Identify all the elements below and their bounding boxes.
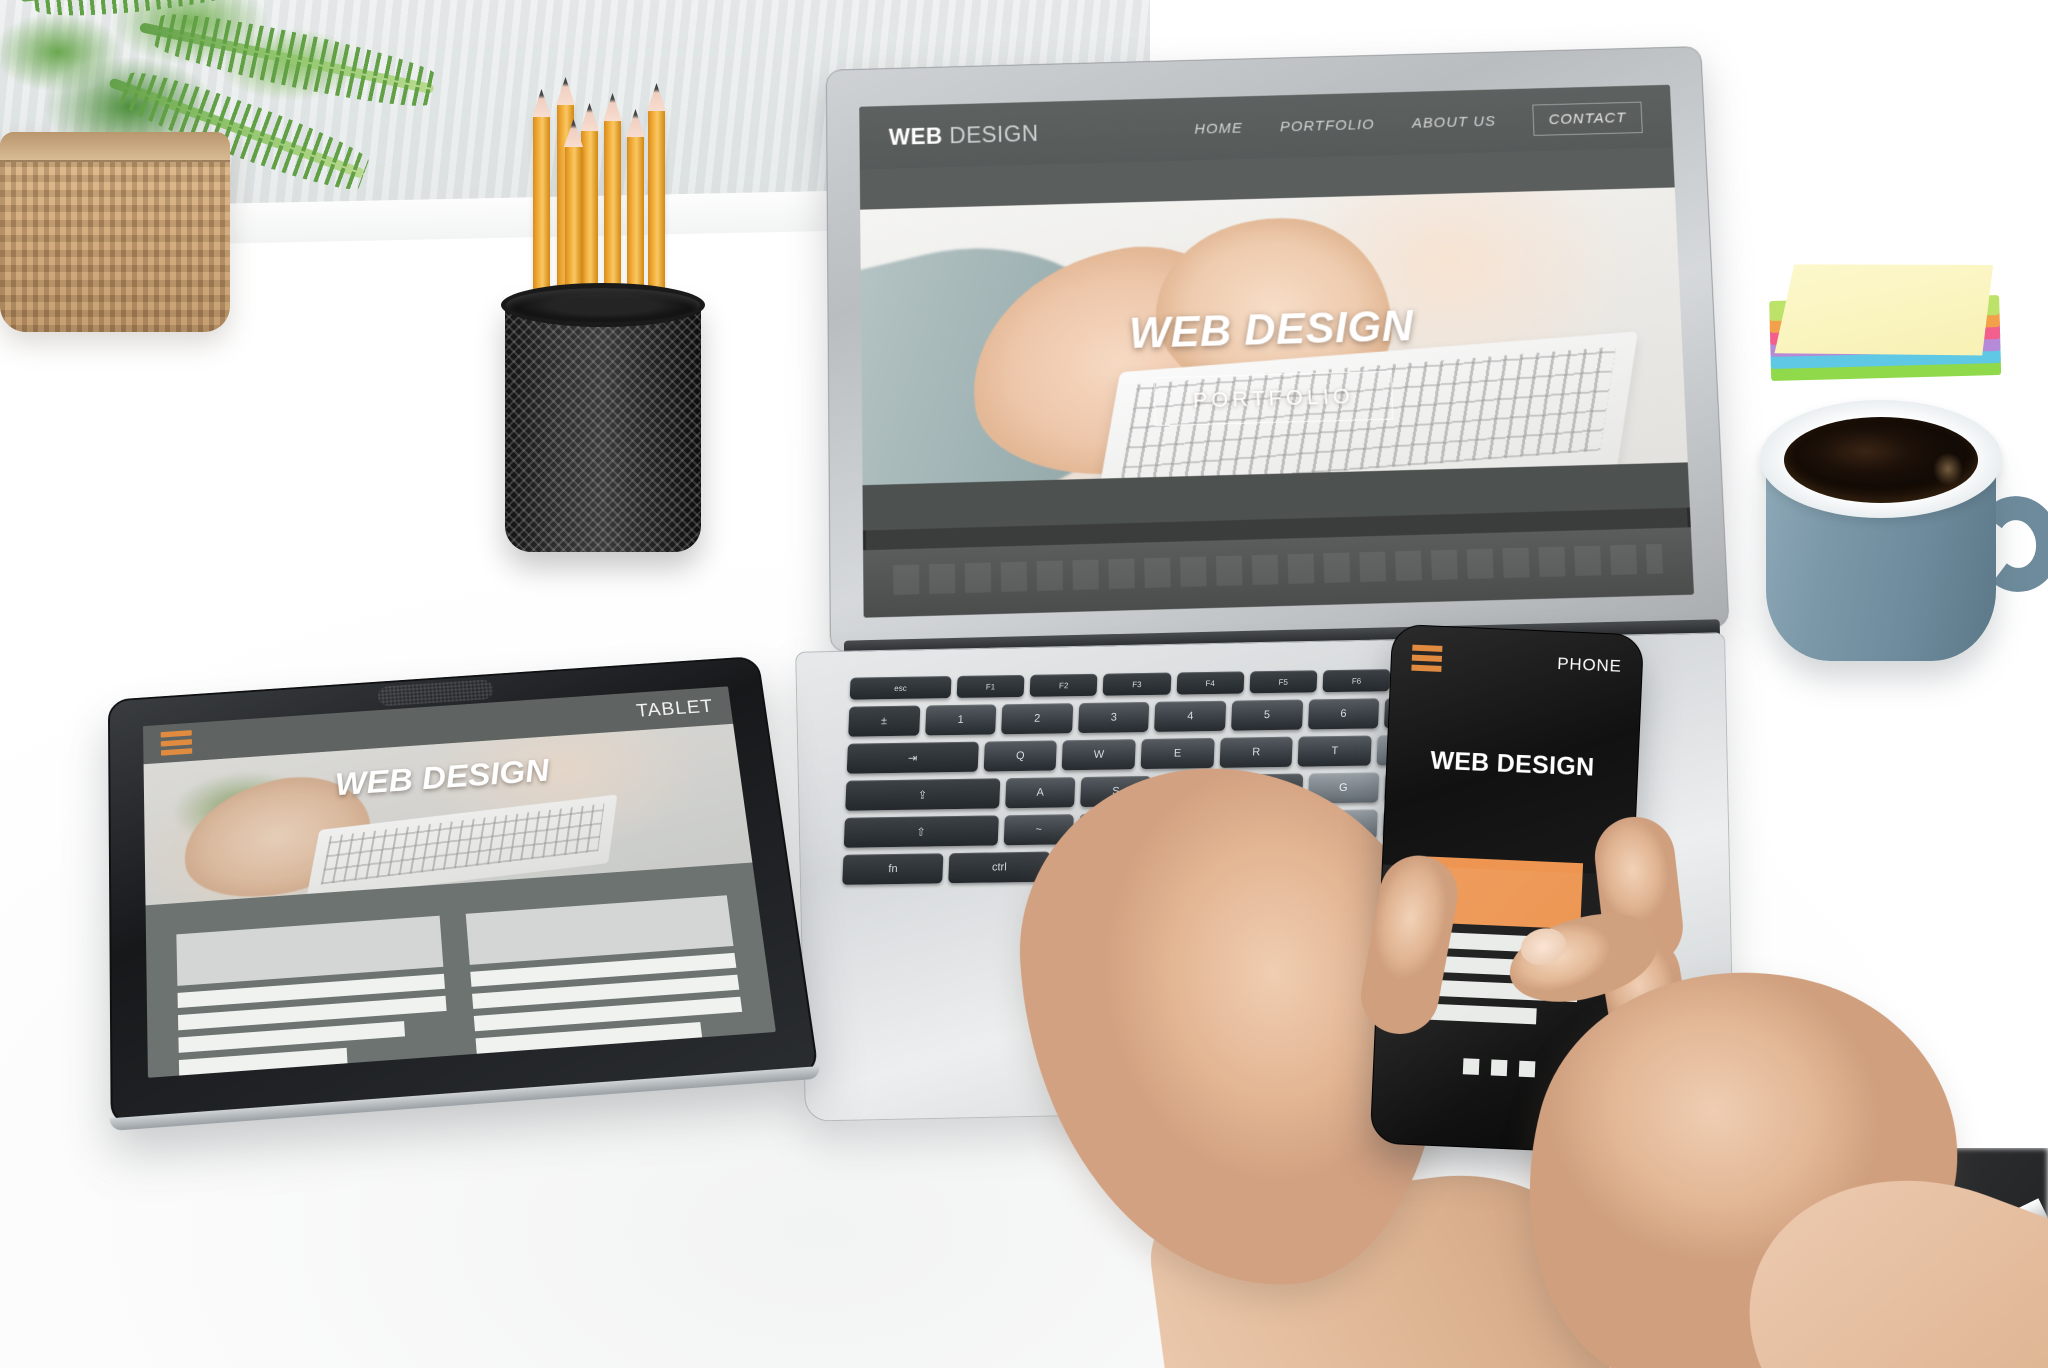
pencil-cup-group [501, 77, 725, 605]
tablet-device-label: TABLET [635, 695, 715, 721]
phone-navbar: PHONE [1391, 625, 1644, 700]
nav-item-about-us[interactable]: ABOUT US [1412, 113, 1497, 131]
logo-bold: WEB [888, 123, 943, 150]
key-q[interactable]: Q [983, 740, 1058, 772]
sticky-note-cube [1768, 259, 2002, 405]
tablet-screen: TABLET WEB DESIGN [143, 686, 776, 1078]
key-tab[interactable]: ⇥ [846, 741, 979, 774]
site-logo[interactable]: WEB DESIGN [889, 120, 1039, 150]
card-image-placeholder [465, 895, 734, 965]
hamburger-icon[interactable] [1411, 644, 1443, 672]
nav-item-portfolio[interactable]: PORTFOLIO [1280, 116, 1375, 135]
logo-light: DESIGN [949, 120, 1039, 148]
tablet: TABLET WEB DESIGN [107, 655, 820, 1127]
key-section[interactable]: ± [848, 705, 920, 737]
key-5[interactable]: 5 [1230, 699, 1303, 731]
laptop-screen: WEB DESIGN HOME PORTFOLIO ABOUT US CONTA… [859, 84, 1695, 618]
nav-item-home[interactable]: HOME [1194, 120, 1243, 137]
key-f4[interactable]: F4 [1176, 671, 1245, 695]
key-1[interactable]: 1 [924, 704, 997, 736]
site-nav-links: HOME PORTFOLIO ABOUT US CONTACT [1194, 101, 1643, 145]
fern-plant [0, 0, 435, 362]
scene: WEB DESIGN HOME PORTFOLIO ABOUT US CONTA… [0, 0, 2048, 1368]
mesh-pencil-cup [505, 297, 701, 552]
hamburger-icon[interactable] [160, 730, 193, 756]
site-hero: WEB DESIGN PORTFOLIO [860, 187, 1690, 531]
card-image-placeholder [176, 915, 444, 986]
cup-rim [501, 283, 705, 327]
coffee-liquid [1784, 417, 1978, 503]
key-a[interactable]: A [1004, 777, 1076, 809]
coffee-highlight [1928, 447, 1968, 491]
phone-in-hands: PHONE WEB DESIGN [1009, 622, 2048, 1368]
key-w[interactable]: W [1062, 739, 1136, 771]
key-2[interactable]: 2 [1001, 703, 1074, 735]
hero-portfolio-button[interactable]: PORTFOLIO [1153, 370, 1394, 427]
key-capslock[interactable]: ⇪ [845, 778, 1000, 811]
phone-device-label: PHONE [1556, 653, 1623, 676]
key-f1[interactable]: F1 [956, 674, 1025, 698]
key-e[interactable]: E [1140, 737, 1215, 770]
key-3[interactable]: 3 [1077, 701, 1150, 734]
nav-contact-button[interactable]: CONTACT [1532, 101, 1643, 136]
key-f3[interactable]: F3 [1102, 672, 1171, 696]
key-r[interactable]: R [1219, 736, 1294, 768]
wicker-basket [0, 132, 230, 332]
key-esc[interactable]: esc [849, 676, 952, 700]
coffee-mug [1760, 400, 2048, 680]
key-shift[interactable]: ⇧ [843, 815, 999, 848]
key-4[interactable]: 4 [1154, 700, 1227, 732]
laptop-lid: WEB DESIGN HOME PORTFOLIO ABOUT US CONTA… [825, 46, 1730, 653]
note-layer-yellow-top [1772, 259, 1995, 361]
content-card[interactable] [465, 895, 745, 1054]
key-fn[interactable]: fn [842, 853, 944, 885]
content-card[interactable] [176, 915, 450, 1076]
key-f2[interactable]: F2 [1029, 673, 1098, 697]
key-f5[interactable]: F5 [1249, 670, 1318, 694]
phone-title: WEB DESIGN [1429, 746, 1595, 782]
